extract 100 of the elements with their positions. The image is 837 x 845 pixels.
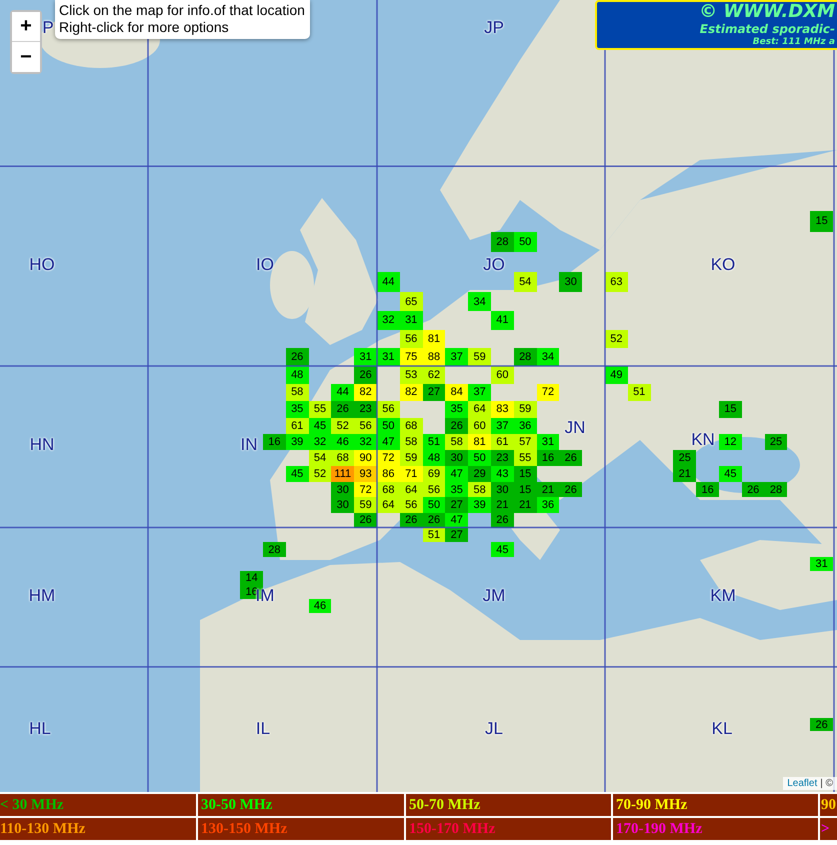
frequency-square[interactable]: 86 <box>377 466 400 482</box>
frequency-square[interactable]: 65 <box>400 292 423 312</box>
frequency-square[interactable]: 75 <box>400 348 423 366</box>
frequency-square[interactable]: 55 <box>308 400 332 418</box>
frequency-square[interactable]: 16 <box>263 434 286 450</box>
frequency-square[interactable]: 27 <box>445 497 468 513</box>
frequency-square[interactable]: 34 <box>468 292 491 312</box>
frequency-square[interactable]: 31 <box>810 556 833 572</box>
frequency-square[interactable]: 93 <box>354 466 377 482</box>
frequency-square[interactable]: 37 <box>445 348 468 366</box>
frequency-square[interactable]: 21 <box>491 497 514 513</box>
frequency-square[interactable]: 50 <box>468 450 491 466</box>
frequency-square[interactable]: 32 <box>354 434 377 450</box>
frequency-square[interactable]: 26 <box>286 348 309 366</box>
frequency-square[interactable]: 26 <box>354 366 377 384</box>
frequency-square[interactable]: 51 <box>628 384 651 401</box>
frequency-square[interactable]: 51 <box>422 434 446 450</box>
frequency-square[interactable]: 35 <box>445 482 468 498</box>
frequency-square[interactable]: 60 <box>491 366 514 384</box>
frequency-square[interactable]: 82 <box>354 384 377 401</box>
frequency-square[interactable]: 81 <box>468 434 491 450</box>
frequency-square[interactable]: 30 <box>445 450 468 466</box>
frequency-square[interactable]: 59 <box>514 400 537 418</box>
frequency-square[interactable]: 39 <box>286 434 309 450</box>
frequency-square[interactable]: 90 <box>354 450 377 466</box>
frequency-square[interactable]: 72 <box>377 450 400 466</box>
frequency-square[interactable]: 44 <box>331 384 354 401</box>
frequency-square[interactable]: 61 <box>286 418 309 434</box>
frequency-square[interactable]: 88 <box>422 348 446 366</box>
frequency-square[interactable]: 30 <box>559 272 582 292</box>
frequency-square[interactable]: 26 <box>559 450 582 466</box>
frequency-square[interactable]: 39 <box>468 497 491 513</box>
frequency-square[interactable]: 46 <box>331 434 354 450</box>
frequency-square[interactable]: 31 <box>377 348 400 366</box>
zoom-in-button[interactable]: + <box>12 12 40 42</box>
frequency-square[interactable]: 28 <box>491 232 514 252</box>
frequency-square[interactable]: 82 <box>400 384 423 401</box>
frequency-square[interactable]: 72 <box>536 384 560 401</box>
frequency-square[interactable]: 15 <box>719 400 742 418</box>
frequency-square[interactable]: 59 <box>468 348 491 366</box>
frequency-square[interactable]: 23 <box>491 450 514 466</box>
frequency-square[interactable]: 41 <box>491 311 514 330</box>
frequency-square[interactable]: 48 <box>286 366 309 384</box>
frequency-square[interactable]: 50 <box>514 232 537 252</box>
frequency-square[interactable]: 52 <box>605 330 628 348</box>
frequency-square[interactable]: 32 <box>308 434 332 450</box>
frequency-square[interactable]: 16 <box>536 450 560 466</box>
frequency-square[interactable]: 54 <box>308 450 332 466</box>
frequency-square[interactable]: 45 <box>308 418 332 434</box>
frequency-square[interactable]: 23 <box>354 400 377 418</box>
frequency-square[interactable]: 61 <box>491 434 514 450</box>
frequency-square[interactable]: 62 <box>422 366 446 384</box>
frequency-square[interactable]: 71 <box>400 466 423 482</box>
frequency-square[interactable]: 111 <box>331 466 354 482</box>
frequency-square[interactable]: 83 <box>491 400 514 418</box>
frequency-square[interactable]: 81 <box>422 330 446 348</box>
frequency-square[interactable]: 50 <box>377 418 400 434</box>
frequency-square[interactable]: 49 <box>605 366 628 384</box>
frequency-square[interactable]: 52 <box>331 418 354 434</box>
frequency-square[interactable]: 68 <box>400 418 423 434</box>
frequency-square[interactable]: 29 <box>468 466 491 482</box>
frequency-square[interactable]: 26 <box>445 418 468 434</box>
frequency-square[interactable]: 43 <box>491 466 514 482</box>
frequency-square[interactable]: 58 <box>400 434 423 450</box>
frequency-square[interactable]: 56 <box>400 330 423 348</box>
frequency-square[interactable]: 59 <box>354 497 377 513</box>
leaflet-link[interactable]: Leaflet <box>787 778 818 789</box>
frequency-square[interactable]: 26 <box>354 512 377 528</box>
frequency-square[interactable]: 55 <box>514 450 537 466</box>
frequency-square[interactable]: 64 <box>468 400 491 418</box>
frequency-square[interactable]: 25 <box>764 434 788 450</box>
frequency-square[interactable]: 45 <box>491 542 514 557</box>
frequency-square[interactable]: 16 <box>696 482 719 498</box>
frequency-square[interactable]: 30 <box>491 482 514 498</box>
frequency-square[interactable]: 44 <box>377 272 400 292</box>
frequency-square[interactable]: 53 <box>400 366 423 384</box>
frequency-square[interactable]: 36 <box>536 497 560 513</box>
frequency-square[interactable]: 27 <box>445 528 468 542</box>
frequency-square[interactable]: 57 <box>514 434 537 450</box>
frequency-square[interactable]: 30 <box>331 497 354 513</box>
frequency-square[interactable]: 26 <box>331 400 354 418</box>
frequency-square[interactable]: 54 <box>514 272 537 292</box>
frequency-square[interactable]: 52 <box>308 466 332 482</box>
frequency-square[interactable]: 36 <box>514 418 537 434</box>
frequency-square[interactable]: 31 <box>536 434 560 450</box>
frequency-square[interactable]: 28 <box>514 348 537 366</box>
frequency-square[interactable]: 72 <box>354 482 377 498</box>
frequency-square[interactable]: 58 <box>445 434 468 450</box>
frequency-square[interactable]: 37 <box>468 384 491 401</box>
frequency-square[interactable]: 64 <box>377 497 400 513</box>
frequency-square[interactable]: 48 <box>422 450 446 466</box>
frequency-square[interactable]: 50 <box>422 497 446 513</box>
frequency-square[interactable]: 56 <box>400 497 423 513</box>
frequency-square[interactable]: 26 <box>559 482 582 498</box>
frequency-square[interactable]: 31 <box>354 348 377 366</box>
frequency-square[interactable]: 31 <box>400 311 423 330</box>
frequency-square[interactable]: 26 <box>491 512 514 528</box>
frequency-square[interactable]: 47 <box>445 512 468 528</box>
frequency-square[interactable]: 35 <box>445 400 468 418</box>
frequency-square[interactable]: 14 <box>240 571 263 586</box>
